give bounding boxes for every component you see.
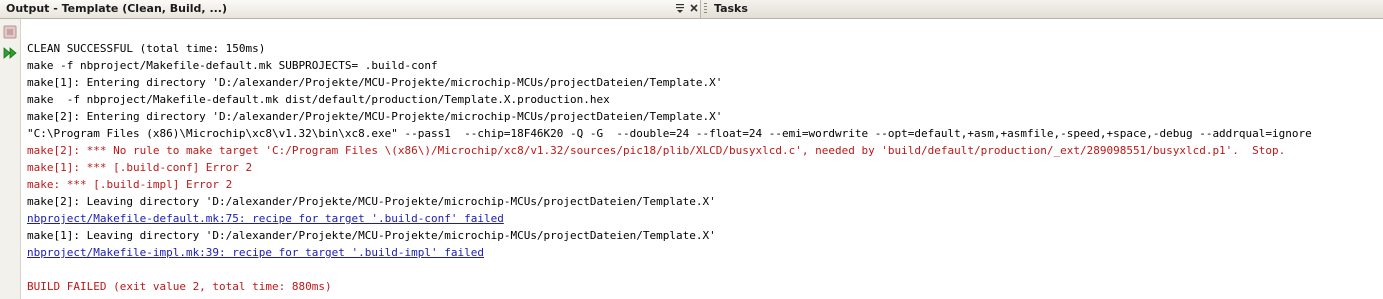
tab-output-title: Output - Template (Clean, Build, ...): [6, 2, 228, 15]
console-error-line: BUILD FAILED (exit value 2, total time: …: [27, 280, 332, 293]
close-icon[interactable]: [688, 2, 700, 14]
console-lines: CLEAN SUCCESSFUL (total time: 150ms) make…: [27, 40, 1312, 295]
console-line: make[1]: Entering directory 'D:/alexande…: [27, 76, 723, 89]
console-line: CLEAN SUCCESSFUL (total time: 150ms): [27, 42, 266, 55]
console-line: make[1]: Leaving directory 'D:/alexander…: [27, 229, 716, 242]
console-link-line[interactable]: nbproject/Makefile-default.mk:75: recipe…: [27, 210, 1312, 227]
window-menu-icon[interactable]: [674, 2, 686, 14]
console-error-line: make[1]: *** [.build-conf] Error 2: [27, 161, 253, 174]
console-line: make -f nbproject/Makefile-default.mk di…: [27, 93, 610, 106]
tab-tasks-title: Tasks: [714, 2, 748, 15]
stop-icon[interactable]: [3, 24, 17, 39]
rerun-icon[interactable]: [3, 45, 17, 59]
console-line: make -f nbproject/Makefile-default.mk SU…: [27, 59, 438, 72]
output-console[interactable]: CLEAN SUCCESSFUL (total time: 150ms) make…: [21, 19, 1383, 299]
tab-drag-handle[interactable]: [704, 3, 707, 15]
console-line: make[2]: Entering directory 'D:/alexande…: [27, 110, 723, 123]
console-error-line: make[2]: *** No rule to make target 'C:/…: [27, 144, 1286, 157]
tab-output[interactable]: Output - Template (Clean, Build, ...): [0, 0, 701, 18]
console-error-line: make: *** [.build-impl] Error 2: [27, 178, 233, 191]
output-toolbar: [0, 19, 21, 299]
tab-tasks[interactable]: Tasks: [710, 0, 870, 18]
tab-bar: Output - Template (Clean, Build, ...) Ta…: [0, 0, 1383, 19]
console-line: make[2]: Leaving directory 'D:/alexander…: [27, 195, 716, 208]
console-line: "C:\Program Files (x86)\Microchip\xc8\v1…: [27, 127, 1312, 140]
console-link-line[interactable]: nbproject/Makefile-impl.mk:39: recipe fo…: [27, 244, 1312, 261]
